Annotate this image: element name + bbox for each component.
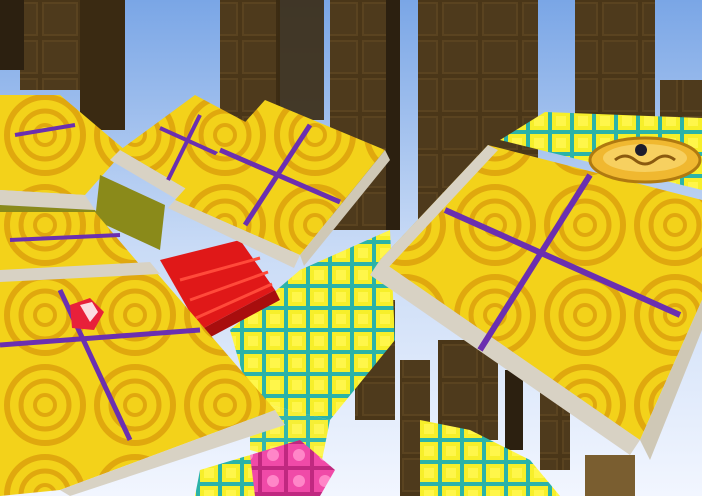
pillar — [80, 0, 125, 130]
game-viewport[interactable] — [0, 0, 702, 496]
pillar — [386, 0, 400, 230]
pillar — [505, 370, 523, 450]
pillar — [0, 0, 24, 70]
pillar — [575, 0, 655, 120]
pillar — [585, 455, 635, 496]
coin-marker — [635, 144, 647, 156]
pillar — [20, 0, 80, 90]
pillar — [276, 0, 324, 120]
